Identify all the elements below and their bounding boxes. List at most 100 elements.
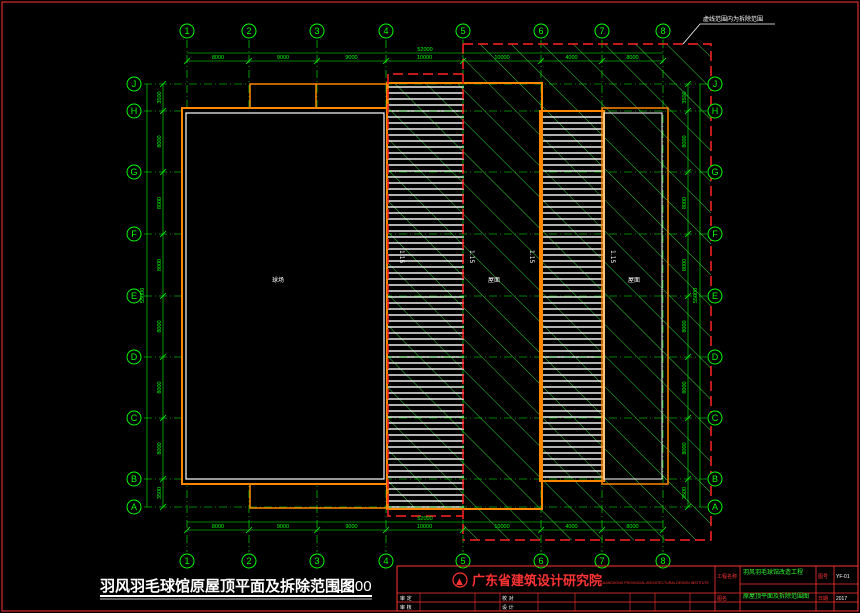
grid-bubble-top-2-label: 2	[246, 26, 251, 36]
grid-bubble-bottom-3-label: 3	[314, 556, 319, 566]
dim-left-value-0: 3500	[157, 91, 163, 103]
label-span-1: 1.15	[398, 250, 405, 264]
dim-right-value-1: 8000	[682, 135, 688, 147]
grid-bubble-left-F-label: F	[131, 229, 137, 239]
grid-bubble-left-E-label: E	[131, 291, 137, 301]
dim-top-value-1: 9000	[277, 55, 289, 61]
grid-bubble-bottom-4-label: 4	[383, 556, 388, 566]
grid-bubble-top-1-label: 1	[184, 26, 189, 36]
grid-bubble-left-C-label: C	[131, 413, 138, 423]
dim-left-value-6: 8000	[157, 442, 163, 454]
label-span-2: 1.15	[468, 250, 475, 264]
grid-bubble-top-4-label: 4	[383, 26, 388, 36]
grid-bubble-top-5-label: 5	[460, 26, 465, 36]
grid-bubble-bottom-3: 3	[309, 553, 325, 569]
grid-bubble-top-8-label: 8	[660, 26, 665, 36]
tb-row-2: 校 对	[502, 595, 514, 602]
grid-bubble-right-J: J	[707, 76, 723, 92]
dim-bottom-value-3: 10000	[417, 524, 432, 530]
dim-right-value-5: 8000	[682, 381, 688, 393]
grid-bubble-bottom-8-label: 8	[660, 556, 665, 566]
grid-bubble-right-J-label: J	[713, 79, 718, 89]
cad-drawing: 8000 9000 9000 10000 10000 4000 8000 52000 8000 9…	[1, 1, 859, 612]
institute-name-en: GUANGDONG PROVINCIAL ARCHITECTURAL DESIG…	[600, 581, 710, 585]
tb-cell-no: 图号	[818, 574, 828, 580]
institute-name: 广东省建筑设计研究院	[472, 573, 602, 589]
dim-top-value-4: 10000	[494, 55, 509, 61]
grid-bubble-right-H-label: H	[712, 106, 719, 116]
dim-right-value-6: 8000	[682, 442, 688, 454]
dim-left-value-7: 3500	[157, 487, 163, 499]
grid-bubble-left-J-label: J	[132, 79, 137, 89]
label-span-3: 1.15	[528, 250, 535, 264]
grid-bubble-right-G-label: G	[711, 167, 718, 177]
grid-bubble-bottom-1: 1	[179, 553, 195, 569]
grid-bubble-left-H: H	[126, 103, 142, 119]
grid-bubble-top-8: 8	[655, 23, 671, 39]
grid-bubble-left-H-label: H	[131, 106, 138, 116]
label-hall-a: 球场	[272, 276, 284, 284]
dim-bottom-value-0: 8000	[212, 524, 224, 530]
grid-bubble-bottom-4: 4	[378, 553, 394, 569]
tb-row-1: 审 核	[400, 604, 412, 611]
demolition-note: 虚线范围内为拆除范围	[682, 15, 775, 45]
grid-bubble-left-A: A	[126, 499, 142, 515]
dim-right-total: 55000	[693, 288, 699, 303]
grid-bubble-top-2: 2	[241, 23, 257, 39]
grid-bubble-top-6: 6	[533, 23, 549, 39]
dim-top-value-6: 8000	[626, 55, 638, 61]
grid-bubble-left-C: C	[126, 410, 142, 426]
dim-bottom-total: 52000	[417, 516, 432, 522]
grid-bubble-right-E-label: E	[712, 291, 718, 301]
dim-left-value-3: 8000	[157, 259, 163, 271]
dim-left-value-5: 8000	[157, 381, 163, 393]
grid-bubble-top-6-label: 6	[538, 26, 543, 36]
dim-top-value-3: 10000	[417, 55, 432, 61]
label-hall-b: 屋面	[488, 277, 500, 284]
dim-bottom-value-4: 10000	[494, 524, 509, 530]
grid-bubble-top-7: 7	[594, 23, 610, 39]
grid-bubble-right-D-label: D	[712, 352, 719, 362]
tb-cell-project: 工程名称	[717, 573, 737, 580]
tb-cell-sheet: 图名	[717, 595, 727, 602]
tb-row-0: 审 定	[400, 595, 412, 602]
grid-bubble-left-B-label: B	[131, 474, 137, 484]
sheet-date: 2017	[836, 596, 847, 602]
grid-bubble-left-A-label: A	[131, 502, 137, 512]
label-span-4: 1.15	[609, 250, 616, 264]
dim-right-value-7: 3500	[682, 487, 688, 499]
dim-right-value-3: 8000	[682, 259, 688, 271]
tb-row-3: 设 计	[502, 604, 514, 611]
grid-bubble-left-B: B	[126, 471, 142, 487]
grid-bubble-left-G-label: G	[130, 167, 137, 177]
grid-bubble-right-E: E	[707, 288, 723, 304]
grid-bubble-right-B: B	[707, 471, 723, 487]
grid-bubble-right-C-label: C	[712, 413, 719, 423]
grid-bubble-left-G: G	[126, 164, 142, 180]
dim-right-value-0: 3500	[682, 91, 688, 103]
grid-bubble-top-4: 4	[378, 23, 394, 39]
project-name: 羽风羽毛球馆改造工程	[743, 568, 803, 576]
sheet-no: YF-01	[836, 574, 850, 580]
grid-bubble-top-7-label: 7	[599, 26, 604, 36]
dim-left-value-1: 8000	[157, 135, 163, 147]
grid-bubble-right-D: D	[707, 349, 723, 365]
grid-bubble-bottom-2-label: 2	[246, 556, 251, 566]
dim-top-value-2: 9000	[345, 55, 357, 61]
grid-bubble-bottom-1-label: 1	[184, 556, 189, 566]
grid-bubble-right-C: C	[707, 410, 723, 426]
dim-bottom-value-6: 8000	[626, 524, 638, 530]
title-text: 羽风羽毛球馆原屋顶平面及拆除范围图	[100, 577, 355, 595]
note-text: 虚线范围内为拆除范围	[703, 15, 763, 23]
grid-bubble-right-F: F	[707, 226, 723, 242]
grid-bubble-left-D-label: D	[131, 352, 138, 362]
grid-bubble-right-A: A	[707, 499, 723, 515]
dim-top-value-0: 8000	[212, 55, 224, 61]
label-hall-c: 屋面	[628, 277, 640, 284]
dim-left-value-4: 8000	[157, 320, 163, 332]
dim-top-total: 52000	[417, 47, 432, 53]
grid-bubble-bottom-2: 2	[241, 553, 257, 569]
grid-bubble-top-3: 3	[309, 23, 325, 39]
sheet-name: 原屋顶平面及拆除范围图	[743, 592, 809, 600]
dim-bottom-value-1: 9000	[277, 524, 289, 530]
